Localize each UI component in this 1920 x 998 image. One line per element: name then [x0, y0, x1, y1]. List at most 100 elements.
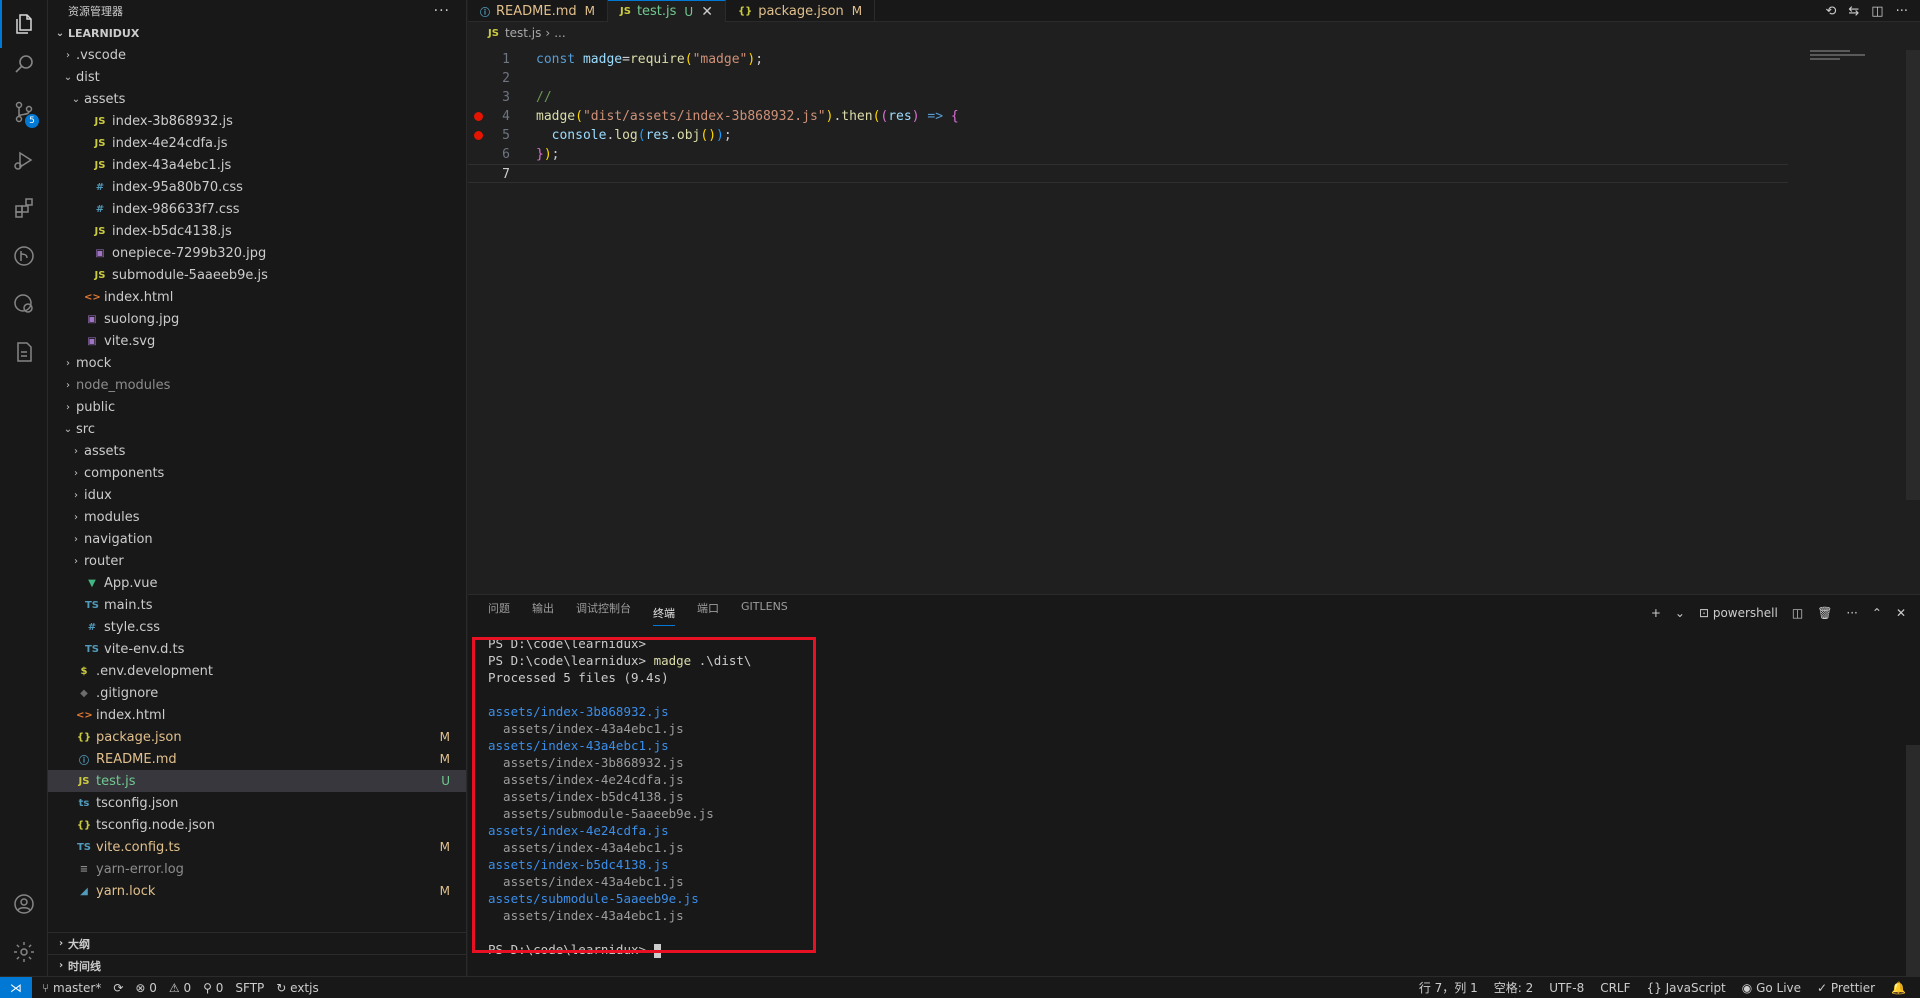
- remote-explorer-icon[interactable]: [0, 280, 48, 328]
- tree-folder[interactable]: › public: [48, 396, 466, 418]
- editor-tab[interactable]: {} package.json M: [726, 0, 876, 22]
- extjs-status[interactable]: ↻ extjs: [276, 981, 318, 995]
- tree-file[interactable]: TS vite-env.d.ts: [48, 638, 466, 660]
- code-line[interactable]: 1 const madge=require("madge");: [468, 50, 1868, 69]
- chevron-down-icon[interactable]: ⌄: [1675, 606, 1685, 620]
- tree-folder[interactable]: › router: [48, 550, 466, 572]
- tree-file[interactable]: TS main.ts: [48, 594, 466, 616]
- maximize-panel-icon[interactable]: ⌃: [1872, 606, 1882, 620]
- panel-tab[interactable]: 终端: [653, 605, 675, 626]
- tree-file[interactable]: ▣ suolong.jpg: [48, 308, 466, 330]
- tree-root-folder[interactable]: ⌄ LEARNIDUX: [48, 22, 466, 44]
- tree-file[interactable]: <> index.html: [48, 704, 466, 726]
- code-editor[interactable]: 1 const madge=require("madge"); 2 3//4 madge…: [468, 50, 1868, 183]
- editor-scrollbar[interactable]: [1906, 50, 1920, 500]
- tree-file[interactable]: <> index.html: [48, 286, 466, 308]
- tree-folder[interactable]: › node_modules: [48, 374, 466, 396]
- split-terminal-icon[interactable]: ◫: [1792, 606, 1803, 620]
- run-debug-icon[interactable]: [0, 136, 48, 184]
- tree-folder[interactable]: › components: [48, 462, 466, 484]
- outline-section[interactable]: › 大纲: [48, 932, 466, 954]
- tree-folder[interactable]: › modules: [48, 506, 466, 528]
- notifications-bell-icon[interactable]: 🔔: [1891, 981, 1906, 995]
- testing-icon[interactable]: [0, 328, 48, 376]
- more-actions-icon[interactable]: ···: [434, 3, 450, 19]
- warnings-count[interactable]: ⚠ 0: [169, 981, 191, 995]
- editor-tab[interactable]: ⓘ README.md M: [468, 0, 608, 22]
- tree-file[interactable]: JS index-b5dc4138.js: [48, 220, 466, 242]
- ports-count[interactable]: ⚲ 0: [203, 981, 223, 995]
- panel-tab[interactable]: 输出: [532, 600, 554, 626]
- tree-file[interactable]: ≡ yarn-error.log: [48, 858, 466, 880]
- sync-icon[interactable]: ⟳: [113, 981, 123, 995]
- tree-file[interactable]: {} package.json M: [48, 726, 466, 748]
- panel-tab[interactable]: 调试控制台: [576, 600, 631, 626]
- tree-file[interactable]: JS index-3b868932.js: [48, 110, 466, 132]
- tree-file[interactable]: JS index-4e24cdfa.js: [48, 132, 466, 154]
- settings-gear-icon[interactable]: [0, 928, 48, 976]
- terminal-scrollbar[interactable]: [1906, 745, 1920, 977]
- timeline-section[interactable]: › 时间线: [48, 954, 466, 976]
- new-terminal-icon[interactable]: +: [1651, 606, 1661, 620]
- tree-file[interactable]: ⓘ README.md M: [48, 748, 466, 770]
- panel-tab[interactable]: 端口: [697, 600, 719, 626]
- search-icon[interactable]: [0, 40, 48, 88]
- tree-file[interactable]: TS vite.config.ts M: [48, 836, 466, 858]
- compare-changes-icon[interactable]: ⇆: [1848, 4, 1859, 19]
- tree-file[interactable]: # style.css: [48, 616, 466, 638]
- tree-folder[interactable]: › idux: [48, 484, 466, 506]
- close-tab-icon[interactable]: ✕: [701, 4, 713, 20]
- code-line[interactable]: 6});: [468, 145, 1868, 164]
- split-editor-icon[interactable]: ◫: [1871, 4, 1883, 19]
- extensions-icon[interactable]: [0, 184, 48, 232]
- tree-file[interactable]: # index-986633f7.css: [48, 198, 466, 220]
- tree-folder[interactable]: › assets: [48, 440, 466, 462]
- tree-folder[interactable]: ⌄ assets: [48, 88, 466, 110]
- code-line[interactable]: 3 //: [468, 88, 1868, 107]
- tree-file[interactable]: ▼ App.vue: [48, 572, 466, 594]
- close-panel-icon[interactable]: ✕: [1896, 606, 1906, 620]
- editor-tab[interactable]: JS test.js U ✕: [608, 0, 726, 22]
- tree-file[interactable]: ▣ onepiece-7299b320.jpg: [48, 242, 466, 264]
- tree-folder[interactable]: ⌄ dist: [48, 66, 466, 88]
- terminal-output[interactable]: PS D:\code\learnidux> PS D:\code\learnidu…: [488, 635, 751, 958]
- terminal-shell-selector[interactable]: ⊡ powershell: [1699, 606, 1778, 620]
- breakpoint-icon[interactable]: [474, 112, 483, 121]
- panel-tab[interactable]: GITLENS: [741, 600, 788, 626]
- account-icon[interactable]: [0, 880, 48, 928]
- file-encoding[interactable]: UTF-8: [1549, 981, 1584, 995]
- breadcrumb-file[interactable]: test.js: [505, 26, 541, 40]
- tree-file[interactable]: $ .env.development: [48, 660, 466, 682]
- language-mode[interactable]: {} JavaScript: [1647, 981, 1726, 995]
- panel-tab[interactable]: 问题: [488, 600, 510, 626]
- tree-folder[interactable]: › mock: [48, 352, 466, 374]
- gitlens-icon[interactable]: [0, 232, 48, 280]
- go-live[interactable]: ◉ Go Live: [1742, 981, 1801, 995]
- sftp-status[interactable]: SFTP: [235, 981, 264, 995]
- remote-indicator-icon[interactable]: ⋊: [0, 976, 32, 998]
- indentation[interactable]: 空格: 2: [1494, 979, 1534, 996]
- code-line[interactable]: 7: [468, 164, 1788, 183]
- tree-file[interactable]: # index-95a80b70.css: [48, 176, 466, 198]
- code-line[interactable]: 5 console.log(res.obj());: [468, 126, 1868, 145]
- breadcrumb-symbol[interactable]: ...: [554, 26, 565, 40]
- tree-folder[interactable]: › .vscode: [48, 44, 466, 66]
- tree-file[interactable]: ◢ yarn.lock M: [48, 880, 466, 902]
- tree-folder[interactable]: › navigation: [48, 528, 466, 550]
- tree-file[interactable]: JS test.js U: [48, 770, 466, 792]
- cursor-position[interactable]: 行 7，列 1: [1419, 979, 1478, 996]
- code-line[interactable]: 4 madge("dist/assets/index-3b868932.js").…: [468, 107, 1868, 126]
- code-line[interactable]: 2: [468, 69, 1868, 88]
- trash-icon[interactable]: 🗑: [1817, 606, 1832, 620]
- git-branch[interactable]: ⑂ master*: [42, 981, 101, 995]
- errors-count[interactable]: ⊗ 0: [135, 981, 157, 995]
- minimap[interactable]: [1810, 50, 1870, 64]
- source-control-icon[interactable]: 5: [0, 88, 48, 136]
- end-of-line[interactable]: CRLF: [1600, 981, 1630, 995]
- timeline-history-icon[interactable]: ⟲: [1825, 4, 1836, 19]
- tree-file[interactable]: ts tsconfig.json: [48, 792, 466, 814]
- tree-file[interactable]: ▣ vite.svg: [48, 330, 466, 352]
- more-actions-icon[interactable]: ···: [1846, 606, 1857, 620]
- tree-file[interactable]: {} tsconfig.node.json: [48, 814, 466, 836]
- tree-file[interactable]: JS submodule-5aaeeb9e.js: [48, 264, 466, 286]
